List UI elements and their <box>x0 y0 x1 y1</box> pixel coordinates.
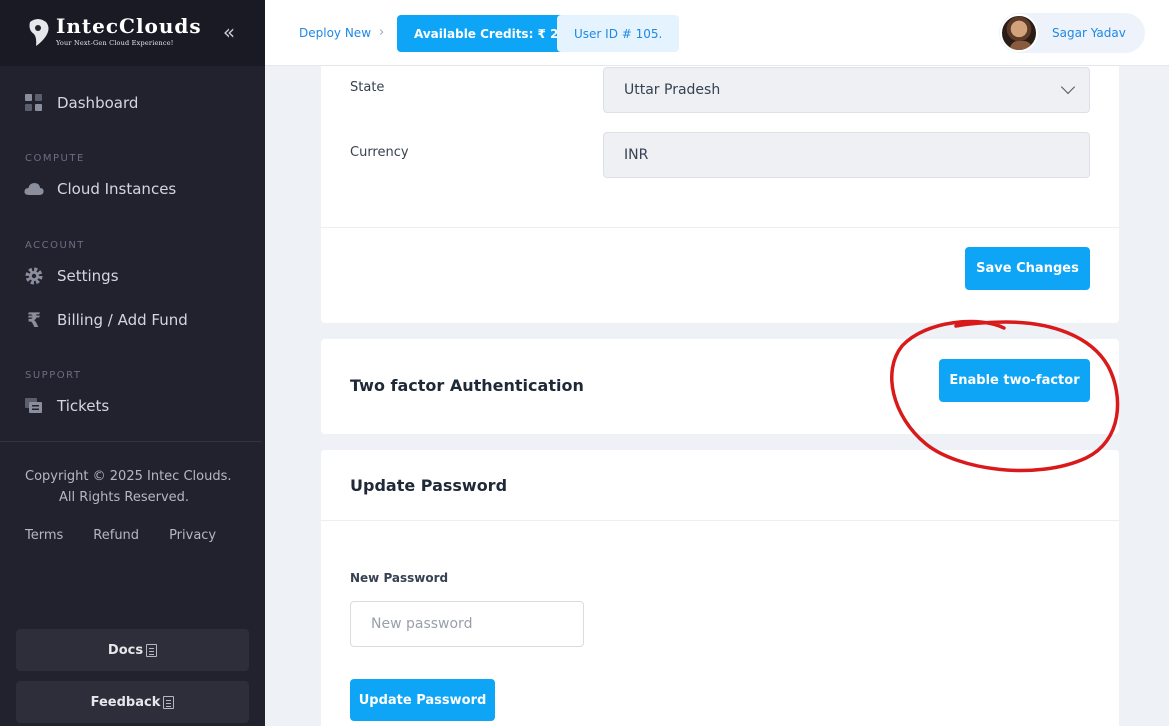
docs-label: Docs <box>107 642 144 658</box>
refund-link[interactable]: Refund <box>93 528 139 543</box>
state-value: Uttar Pradesh <box>624 82 721 98</box>
user-name: Sagar Yadav <box>1052 26 1126 40</box>
save-changes-button[interactable]: Save Changes <box>965 247 1090 290</box>
breadcrumb-deploy-new[interactable]: Deploy New <box>299 26 371 40</box>
chevron-right-icon: › <box>379 25 385 40</box>
breadcrumb[interactable]: Deploy New › <box>299 25 384 40</box>
update-password-card: Update Password New Password Update Pass… <box>321 450 1119 726</box>
brand-name: IntecClouds <box>56 14 202 38</box>
document-icon <box>146 643 158 657</box>
update-password-title: Update Password <box>350 476 508 495</box>
two-factor-card: Two factor Authentication Enable two-fac… <box>321 339 1119 434</box>
sidebar-item-tickets[interactable]: Tickets <box>24 396 109 416</box>
avatar <box>1000 14 1038 52</box>
profile-card: State Uttar Pradesh Currency INR Save Ch… <box>321 66 1119 323</box>
currency-field[interactable]: INR <box>603 132 1090 178</box>
sidebar-item-label: Dashboard <box>57 94 139 112</box>
top-bar: Deploy New › Available Credits: ₹ 215 Us… <box>265 0 1169 66</box>
sidebar-item-dashboard[interactable]: Dashboard <box>24 93 138 113</box>
new-password-label: New Password <box>350 571 449 585</box>
currency-value: INR <box>624 147 649 163</box>
section-account: ACCOUNT <box>25 240 85 251</box>
brand-header: IntecClouds Your Next-Gen Cloud Experien… <box>0 0 265 66</box>
feedback-label: Feedback <box>90 694 161 710</box>
logo-icon <box>24 16 52 48</box>
sidebar-item-label: Billing / Add Fund <box>57 311 188 329</box>
user-menu[interactable]: Sagar Yadav <box>999 13 1145 53</box>
copyright-line-1: Copyright © 2025 Intec Clouds. <box>25 469 232 484</box>
double-chevron-left-icon[interactable]: « <box>218 22 240 44</box>
feedback-button[interactable]: Feedback <box>16 681 249 723</box>
section-support: SUPPORT <box>25 370 82 381</box>
sidebar-item-cloud-instances[interactable]: Cloud Instances <box>24 179 176 199</box>
copyright-line-2: All Rights Reserved. <box>59 490 190 505</box>
sidebar-item-label: Settings <box>57 267 119 285</box>
update-password-button[interactable]: Update Password <box>350 679 495 721</box>
chevron-down-icon <box>1060 79 1076 95</box>
docs-button[interactable]: Docs <box>16 629 249 671</box>
user-id-badge: User ID # 105. <box>557 15 680 52</box>
sidebar-item-settings[interactable]: Settings <box>24 266 119 286</box>
new-password-input[interactable] <box>350 601 584 647</box>
form-divider <box>321 227 1119 228</box>
privacy-link[interactable]: Privacy <box>169 528 216 543</box>
copyright: Copyright © 2025 Intec Clouds. All Right… <box>25 466 232 508</box>
document-icon <box>163 695 175 709</box>
sidebar-item-label: Tickets <box>57 397 110 415</box>
ticket-icon <box>24 396 44 416</box>
state-select[interactable]: Uttar Pradesh <box>603 67 1090 113</box>
card-divider <box>321 520 1119 521</box>
gear-icon <box>24 266 44 286</box>
enable-two-factor-button[interactable]: Enable two-factor <box>939 359 1090 402</box>
rupee-icon: ₹ <box>27 308 41 332</box>
two-factor-title: Two factor Authentication <box>350 376 584 395</box>
grid-icon <box>24 93 44 113</box>
footer-links: Terms Refund Privacy <box>25 528 246 543</box>
section-compute: COMPUTE <box>25 153 85 164</box>
sidebar-item-label: Cloud Instances <box>57 180 177 198</box>
sidebar: IntecClouds Your Next-Gen Cloud Experien… <box>0 0 265 726</box>
logo[interactable]: IntecClouds Your Next-Gen Cloud Experien… <box>24 16 202 48</box>
sidebar-item-billing[interactable]: ₹ Billing / Add Fund <box>24 308 188 332</box>
currency-label: Currency <box>350 145 409 160</box>
brand-tagline: Your Next-Gen Cloud Experience! <box>56 39 174 47</box>
terms-link[interactable]: Terms <box>25 528 63 543</box>
state-label: State <box>350 80 385 95</box>
sidebar-divider <box>0 441 262 442</box>
cloud-icon <box>24 179 44 199</box>
